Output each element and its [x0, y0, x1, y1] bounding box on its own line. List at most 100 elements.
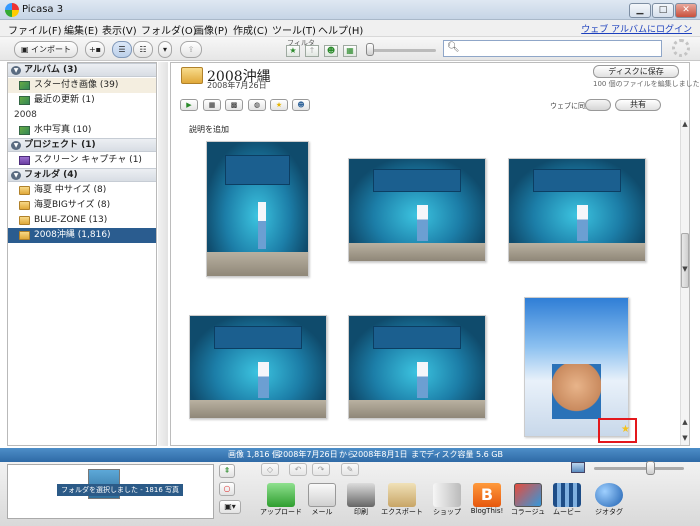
web-album-login-link[interactable]: ウェブ アルバムにログイン [581, 22, 692, 35]
thumbnail-size-handle[interactable] [646, 461, 655, 475]
add-album-button[interactable]: +▪ [85, 41, 105, 58]
tray-clear-button[interactable]: ○ [219, 482, 235, 496]
slideshow-button[interactable]: ▶ [180, 99, 198, 111]
geotag-button-label[interactable]: ジオタグ [584, 507, 634, 517]
photo-thumbnail[interactable] [189, 315, 327, 419]
view-list-button[interactable]: ☰ [112, 41, 132, 58]
folders-header-label: フォルダ (4) [24, 170, 78, 180]
collapse-chevron-icon[interactable]: ▼ [11, 141, 21, 150]
collage-icon[interactable] [514, 483, 542, 507]
view-tree-button[interactable]: ☷ [133, 41, 153, 58]
sidebar-item-underwater[interactable]: 水中写真 (10) [8, 123, 156, 138]
filter-people-button[interactable]: ☻ [324, 45, 338, 57]
filter-slider-handle[interactable] [366, 43, 374, 56]
photo-content [417, 361, 428, 398]
geotag-action-button[interactable]: ◍ [248, 99, 266, 111]
export-button-label[interactable]: エクスポート [377, 507, 427, 517]
photo-thumbnail[interactable] [206, 141, 309, 277]
menu-edit[interactable]: 編集(E) [64, 22, 98, 37]
filter-slider-track[interactable] [368, 49, 436, 52]
photo-thumbnail[interactable] [348, 158, 486, 262]
filter-starred-button[interactable]: ★ [286, 45, 300, 57]
import-button[interactable]: ▣ インポート [14, 41, 78, 58]
menu-image[interactable]: 画像(P) [194, 22, 228, 37]
shop-icon[interactable] [433, 483, 461, 507]
upload-icon[interactable] [267, 483, 295, 507]
sidebar-item-folder-big[interactable]: 海夏BIGサイズ (8) [8, 198, 156, 213]
sidebar-item-label: スクリーン キャプチャ (1) [34, 155, 142, 165]
thumbnail-size-slider[interactable] [594, 467, 684, 470]
mail-icon[interactable] [308, 483, 336, 507]
tray-album-button[interactable]: ▣▾ [219, 500, 241, 514]
photo-content [373, 169, 461, 192]
photo-thumbnail[interactable] [508, 158, 646, 262]
rotate-right-icon: ↷ [317, 465, 325, 474]
scroll-down-arrow[interactable]: ▼ [681, 434, 689, 442]
collage-action-button[interactable]: ▩ [225, 99, 243, 111]
filter-uploaded-button[interactable]: ↑ [305, 45, 319, 57]
blogger-icon[interactable]: B [473, 483, 501, 507]
scrollbar-thumb[interactable] [681, 233, 689, 288]
menu-help[interactable]: ヘルプ(H) [318, 22, 363, 37]
rotate-left-button[interactable]: ↶ [289, 463, 307, 476]
tray-hold-button[interactable]: ⇞ [219, 464, 235, 478]
menu-folder[interactable]: フォルダ(O) [141, 22, 197, 37]
edit-count-text: 100 個のファイルを編集しました [593, 80, 700, 88]
project-icon [19, 156, 30, 165]
save-to-disk-button[interactable]: ディスクに保存 [593, 65, 679, 78]
movie-icon[interactable] [553, 483, 581, 507]
minimize-button[interactable]: ▁ [629, 3, 651, 18]
close-button[interactable]: ✕ [675, 3, 697, 18]
globe-icon: ◍ [253, 101, 261, 109]
share-tool-button[interactable]: ⇪ [180, 41, 202, 58]
print-icon[interactable] [347, 483, 375, 507]
collapse-chevron-icon[interactable]: ▼ [11, 171, 21, 180]
sidebar-item-folder-blue-zone[interactable]: BLUE-ZONE (13) [8, 213, 156, 228]
picasa-icon [5, 3, 19, 17]
search-box[interactable]: 🔍︎ [443, 40, 662, 57]
window-title: Picasa 3 [22, 4, 64, 15]
sidebar-item-folder-okinawa[interactable]: 2008沖縄 (1,816) [8, 228, 156, 243]
status-end-date: 2008年8月1日 [353, 450, 408, 459]
menu-file[interactable]: ファイル(F) [8, 22, 62, 37]
star-action-button[interactable]: ★ [270, 99, 288, 111]
section-header-projects[interactable]: ▼ プロジェクト (1) [8, 138, 156, 152]
photo-thumbnail-selected[interactable] [524, 297, 629, 437]
star-icon: ★ [621, 424, 630, 435]
album-icon [19, 96, 30, 105]
scroll-up-arrow[interactable]: ▲ [681, 120, 689, 128]
people-action-button[interactable]: ☻ [292, 99, 310, 111]
rotate-right-button[interactable]: ↷ [312, 463, 330, 476]
menu-tools[interactable]: ツール(T) [272, 22, 316, 37]
tray-selection-label: フォルダを選択しました - 1816 写真 [57, 484, 184, 496]
photo-action-button[interactable]: ▦ [203, 99, 221, 111]
edit-button[interactable]: ✎ [341, 463, 359, 476]
section-header-albums[interactable]: ▼ アルバム (3) [8, 63, 156, 77]
tree-view-icon: ☷ [139, 45, 147, 54]
title-bar: Picasa 3 ▁ □ ✕ [0, 0, 700, 20]
view-dropdown-button[interactable]: ▾ [158, 41, 172, 58]
export-folder-icon[interactable] [388, 483, 416, 507]
menu-view[interactable]: 表示(V) [102, 22, 137, 37]
sidebar-item-screen-capture[interactable]: スクリーン キャプチャ (1) [8, 153, 156, 168]
scroll-up-arrow-bottom[interactable]: ▲ [681, 418, 689, 426]
web-sync-toggle[interactable] [585, 99, 611, 111]
sidebar-item-folder-medium[interactable]: 海夏 中サイズ (8) [8, 183, 156, 198]
photo-thumbnail[interactable] [348, 315, 486, 419]
sidebar-resize-handle[interactable] [158, 62, 168, 446]
sidebar-item-starred[interactable]: スター付き画像 (39) [8, 78, 156, 93]
search-input[interactable] [460, 42, 658, 55]
section-header-folders[interactable]: ▼ フォルダ (4) [8, 168, 156, 182]
filter-video-button[interactable]: ▦ [343, 45, 357, 57]
menu-create[interactable]: 作成(C) [233, 22, 268, 37]
share-button[interactable]: 共有 [615, 99, 661, 111]
tag-button[interactable]: ◇ [261, 463, 279, 476]
scroll-down-arrow-mid[interactable]: ▼ [681, 265, 689, 273]
geotag-globe-icon[interactable] [595, 483, 623, 507]
collapse-chevron-icon[interactable]: ▼ [11, 66, 21, 75]
sidebar-item-recent[interactable]: 最近の更新 (1) [8, 93, 156, 108]
album-icon [19, 126, 30, 135]
maximize-button[interactable]: □ [652, 3, 674, 18]
photo-content [417, 204, 428, 241]
caption-input[interactable]: 説明を追加 [189, 124, 229, 135]
